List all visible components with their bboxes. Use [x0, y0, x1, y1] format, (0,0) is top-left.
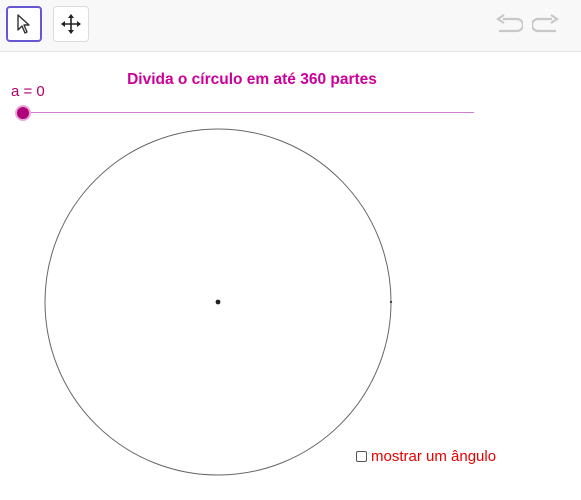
move-graphics-tool-button[interactable]	[6, 6, 42, 42]
show-angle-checkbox[interactable]: mostrar um ângulo	[356, 448, 496, 465]
graphics-canvas[interactable]	[0, 52, 581, 492]
checkbox-label: mostrar um ângulo	[371, 448, 497, 465]
translate-tool-button[interactable]	[53, 6, 89, 42]
redo-button[interactable]	[531, 12, 561, 38]
undo-icon	[496, 14, 523, 33]
circle-point[interactable]	[389, 300, 393, 304]
move-arrows-icon	[61, 14, 81, 34]
checkbox-box[interactable]	[356, 451, 367, 462]
center-point[interactable]	[215, 299, 221, 305]
toolbar	[0, 0, 581, 52]
redo-icon	[532, 14, 559, 33]
arrow-pointer-icon	[17, 14, 30, 34]
undo-button[interactable]	[494, 12, 524, 38]
